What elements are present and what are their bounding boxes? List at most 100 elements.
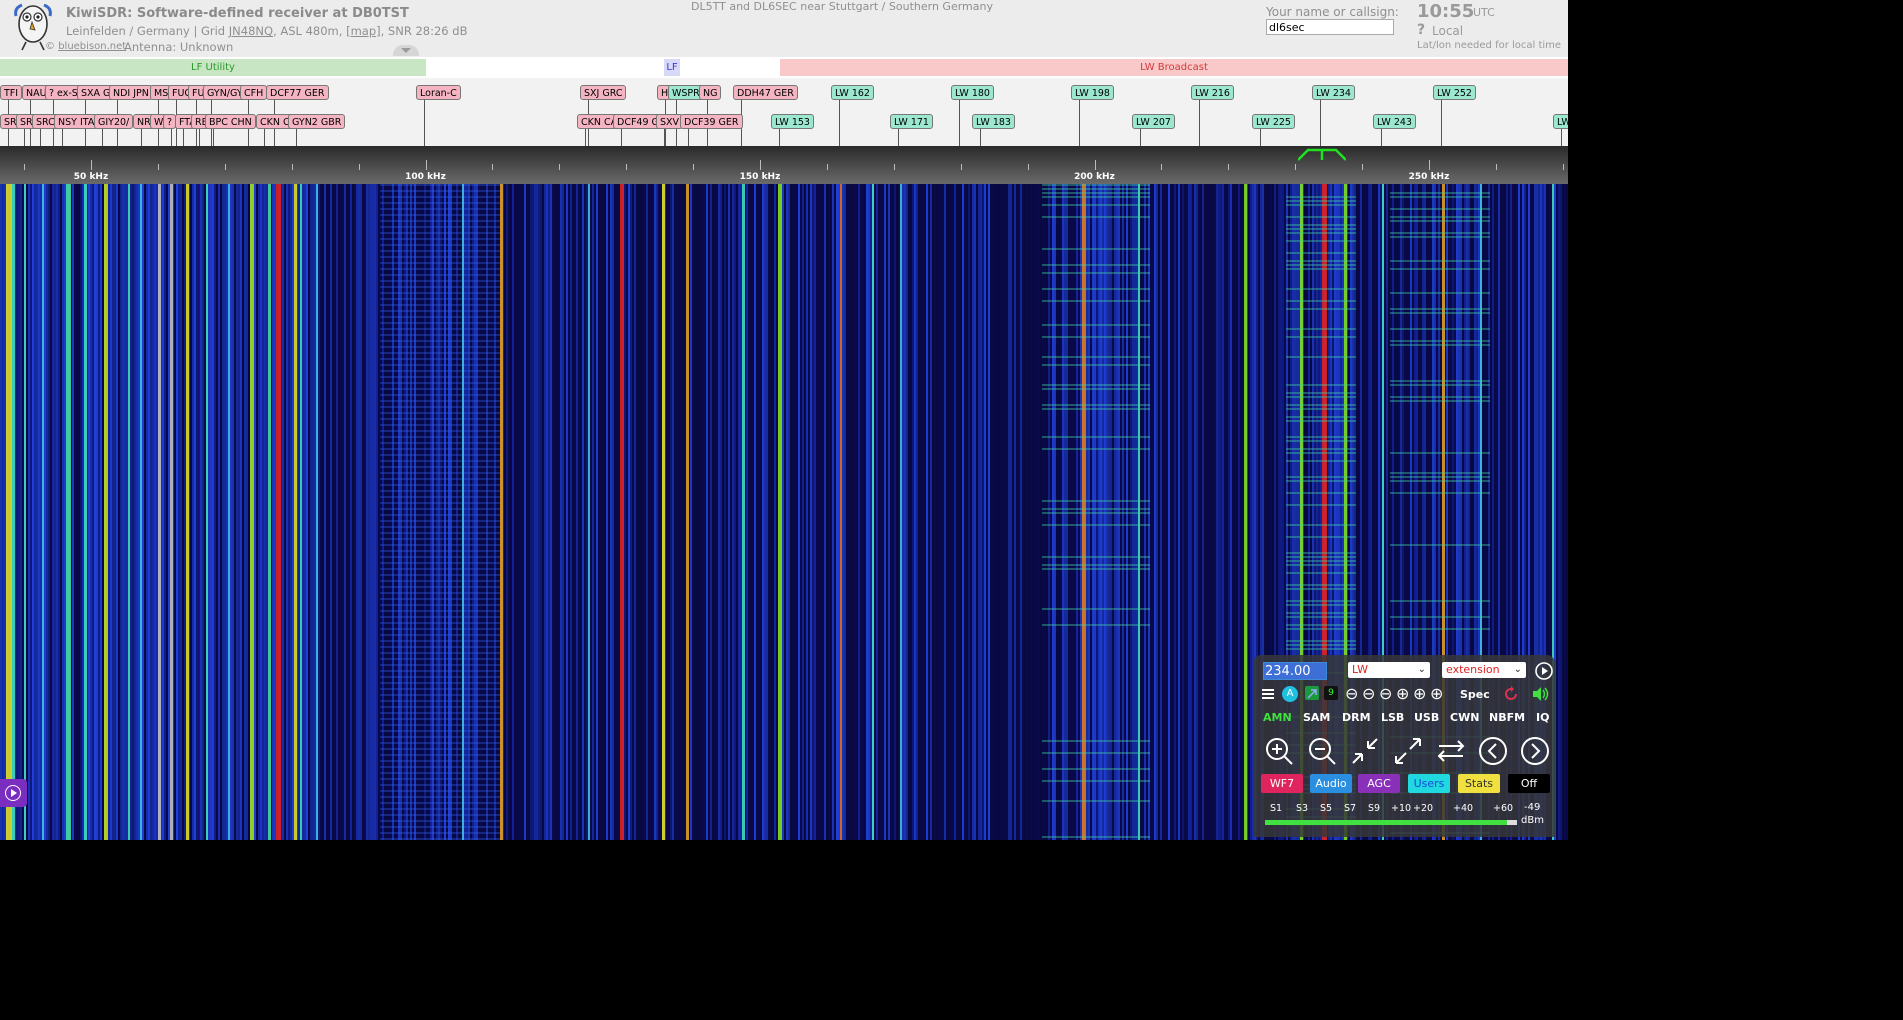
station-label[interactable]: LW 183 [972,114,1015,129]
station-marker-line [1561,129,1562,146]
station-label[interactable]: LW 207 [1132,114,1175,129]
spec-button[interactable]: Spec [1460,688,1490,701]
zoom-minus-icon[interactable]: ⊖ [1379,684,1392,703]
band-lf-utility[interactable]: LF Utility [0,59,426,76]
station-label[interactable]: GYN2 GBR [288,114,346,129]
menu-icon[interactable] [1261,687,1275,701]
band-select[interactable]: LW ⌄ [1348,662,1430,678]
zoom-minus-icon[interactable]: ⊖ [1362,684,1375,703]
zoom-in-icon[interactable] [1263,735,1295,767]
arrow-out-icon[interactable] [1305,686,1319,700]
station-label[interactable]: SXV [656,114,684,129]
station-label[interactable]: LW 27 [1553,114,1568,129]
scale-tick [1362,164,1364,170]
station-label[interactable]: NG [699,85,722,100]
tab-users[interactable]: Users [1408,774,1450,793]
tab-agc[interactable]: AGC [1358,774,1400,793]
mode-button-usb[interactable]: USB [1414,711,1439,724]
speaker-icon[interactable] [1532,686,1550,702]
badge-9[interactable]: 9 [1324,686,1338,700]
tab-wf7[interactable]: WF7 [1261,774,1303,793]
tab-off[interactable]: Off [1508,774,1550,793]
next-icon[interactable] [1519,735,1551,767]
mode-button-nbfm[interactable]: NBFM [1489,711,1525,724]
mode-button-lsb[interactable]: LSB [1381,711,1404,724]
tab-stats[interactable]: Stats [1458,774,1500,793]
mode-button-sam[interactable]: SAM [1303,711,1330,724]
scale-tick [1027,164,1029,170]
scale-label: 150 kHz [739,172,781,182]
station-label[interactable]: LW 252 [1433,85,1476,100]
play-icon[interactable] [1534,661,1554,681]
station-label[interactable]: NSY ITA [54,114,99,129]
collapse-icon[interactable] [1349,735,1381,767]
scale-tick [24,164,26,170]
station-label[interactable]: LW 153 [771,114,814,129]
station-label[interactable]: DCF77 GER [266,85,329,100]
station-marker-line [141,129,142,146]
band-lw-broadcast[interactable]: LW Broadcast [780,59,1568,76]
station-marker-line [585,129,586,146]
station-label[interactable]: DCF39 GER [680,114,743,129]
grid-link[interactable]: JN48NQ [229,24,273,38]
tab-audio[interactable]: Audio [1310,774,1352,793]
station-label[interactable]: LW 243 [1373,114,1416,129]
smeter-scale-label: +10 [1391,803,1412,814]
frequency-scale[interactable]: 50 kHz 100 kHz 150 kHz 200 kHz 250 kHz [0,146,1568,184]
refresh-icon[interactable] [1503,686,1519,702]
station-label[interactable]: LW 234 [1312,85,1355,100]
expand-icon[interactable] [1392,735,1424,767]
collapse-header-button[interactable] [393,45,419,56]
station-label[interactable]: LW 171 [890,114,933,129]
map-link[interactable]: [map] [346,24,381,38]
swap-arrows-icon[interactable] [1435,735,1467,767]
scale-tick [1228,164,1230,170]
passband-marker[interactable] [1298,147,1346,161]
credit-link[interactable]: bluebison.net [58,41,126,52]
station-marker-line [1381,129,1382,146]
zoom-plus-icon[interactable]: ⊕ [1396,684,1409,703]
band-bar: LF Utility LF LW Broadcast [0,57,1568,78]
station-label[interactable]: LW 162 [831,85,874,100]
zoom-out-icon[interactable] [1306,735,1338,767]
frequency-input[interactable] [1263,662,1327,680]
station-label[interactable]: CFH [240,85,268,100]
station-label[interactable]: LW 216 [1191,85,1234,100]
chevron-down-icon: ⌄ [1513,664,1522,675]
scale-tick [693,164,695,170]
station-label[interactable]: Loran-C [416,85,461,100]
station-label[interactable]: LW 198 [1071,85,1114,100]
station-label[interactable]: GIY20/ [94,114,134,129]
station-marker-line [158,129,159,146]
control-panel: LW⌄ extension⌄ A 9 ⊖⊖⊖⊕⊕⊕ Spec AMNSAMDRM… [1253,655,1555,837]
station-marker-line [102,129,103,146]
station-label[interactable]: LW 180 [951,85,994,100]
zoom-plus-icon[interactable]: ⊕ [1430,684,1443,703]
previous-icon[interactable] [1477,735,1509,767]
band-lf[interactable]: LF [664,59,680,76]
extension-select[interactable]: extension ⌄ [1442,662,1526,678]
station-marker-line [898,129,899,146]
scale-label: 250 kHz [1408,172,1450,182]
mode-button-drm[interactable]: DRM [1342,711,1371,724]
scale-tick [893,164,895,170]
station-label[interactable]: TFI [0,85,23,100]
location-prefix: Leinfelden / Germany | Grid [66,24,226,38]
zoom-plus-icon[interactable]: ⊕ [1413,684,1426,703]
scale-tick [1094,160,1096,170]
callsign-input[interactable] [1266,19,1394,35]
station-label[interactable]: LW 225 [1252,114,1295,129]
side-play-button[interactable] [0,779,27,807]
station-label[interactable]: SXJ GRC [580,85,627,100]
station-label[interactable]: DDH47 GER [733,85,798,100]
utc-time: 10:55 [1417,1,1475,22]
mode-button-amn[interactable]: AMN [1263,711,1292,724]
badge-a-button[interactable]: A [1282,686,1298,702]
mode-button-iq[interactable]: IQ [1536,711,1549,724]
asl-text: , ASL 480m, [273,24,343,38]
station-label[interactable]: BPC CHN [205,114,256,129]
zoom-minus-icon[interactable]: ⊖ [1345,684,1358,703]
mode-button-cwn[interactable]: CWN [1450,711,1479,724]
scale-tick [291,164,293,170]
station-label[interactable]: NDI JPN [109,85,153,100]
